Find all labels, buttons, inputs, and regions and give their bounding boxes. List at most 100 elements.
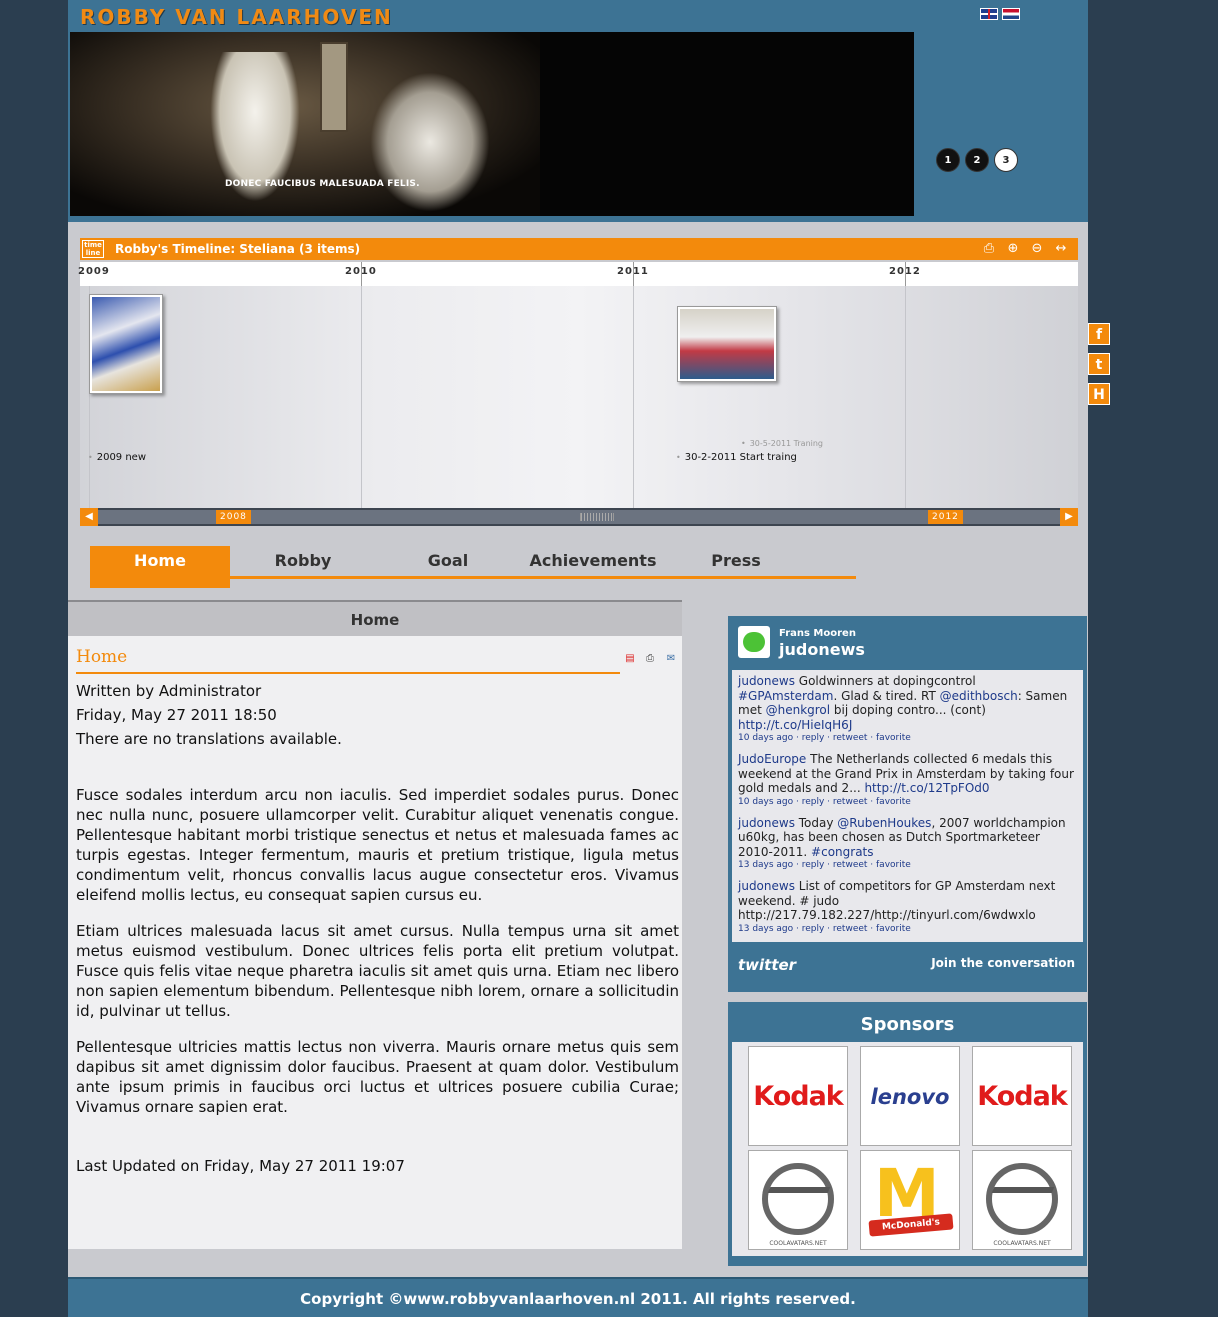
tweet-user[interactable]: judonews (738, 816, 795, 830)
sponsors-panel: Sponsors Kodak lenovo Kodak COOLAVATARS.… (728, 1002, 1087, 1266)
article-author: Written by Administrator (76, 682, 262, 700)
tweet-mention[interactable]: @henkgrol (766, 703, 831, 717)
timeline-gridline (361, 286, 362, 508)
slide-dot-3[interactable]: 3 (994, 148, 1018, 172)
dutch-flag-icon[interactable] (1002, 8, 1020, 20)
timeline-title: Robby's Timeline: Steliana (3 items) (115, 242, 361, 256)
range-start-handle[interactable]: 2008 (216, 510, 251, 524)
scroll-grip-icon[interactable] (580, 513, 614, 521)
banner-caption: DONEC FAUCIBUS MALESUADA FELIS. (225, 179, 420, 189)
twitter-widget: Frans Mooren judonews judonews Goldwinne… (728, 616, 1087, 992)
sponsor-logo-lenovo[interactable]: lenovo (860, 1046, 960, 1146)
timeline-year: 2012 (889, 266, 921, 277)
pdf-icon[interactable]: ▤ (623, 652, 637, 665)
footer: Copyright ©www.robbyvanlaarhoven.nl 2011… (68, 1277, 1088, 1317)
twitter-icon[interactable]: t (1088, 353, 1110, 375)
tweet-hashtag[interactable]: #congrats (811, 845, 873, 859)
article-date: Friday, May 27 2011 18:50 (76, 706, 277, 724)
timeline-year: 2011 (617, 266, 649, 277)
article-paragraph: Etiam ultrices malesuada lacus sit amet … (76, 922, 679, 1020)
tweet-text: bij doping contro... (cont) (830, 703, 986, 717)
scroll-left-icon[interactable]: ◀ (80, 508, 98, 526)
tweet: judonews List of competitors for GP Amst… (738, 879, 1077, 935)
english-flag-icon[interactable] (980, 8, 998, 20)
print-icon[interactable]: ⎙ (980, 241, 998, 257)
sponsor-logo-kodak[interactable]: Kodak (972, 1046, 1072, 1146)
banner-photo-scroll (320, 42, 348, 132)
main-nav: Home Robby Goal Achievements Press (90, 546, 856, 590)
sponsors-grid: Kodak lenovo Kodak COOLAVATARS.NET M McD… (732, 1042, 1083, 1256)
tweet: judonews Today @RubenHoukes, 2007 worldc… (738, 816, 1077, 872)
twitter-name: Frans Mooren (779, 628, 856, 639)
email-icon[interactable]: ✉ (664, 652, 678, 665)
main-content: Home Home ▤ ⎙ ✉ Written by Administrator… (68, 600, 682, 1249)
article-title[interactable]: Home (76, 647, 620, 674)
tweet-link[interactable]: http://t.co/12TpFOd0 (864, 781, 989, 795)
sponsor-logo-kodak[interactable]: Kodak (748, 1046, 848, 1146)
translation-notice: There are no translations available. (76, 730, 342, 748)
tweet-time[interactable]: 13 days ago · reply · retweet · favorite (738, 923, 1077, 935)
timeline-photo-judo-throw[interactable] (89, 294, 163, 394)
nav-item-home[interactable]: Home (90, 546, 230, 588)
range-end-handle[interactable]: 2012 (928, 510, 963, 524)
timeline-scrollbar[interactable]: ◀ 2008 2012 ▶ (80, 508, 1078, 526)
opel-bolt-icon (991, 1187, 1055, 1193)
join-conversation-link[interactable]: Join the conversation (931, 956, 1075, 970)
timeline-gridline (633, 286, 634, 508)
slide-dot-2[interactable]: 2 (965, 148, 989, 172)
avatar[interactable] (738, 626, 770, 658)
zoom-out-icon[interactable]: ⊖ (1028, 241, 1046, 257)
nav-item-achievements[interactable]: Achievements (523, 546, 663, 580)
slide-dot-1[interactable]: 1 (936, 148, 960, 172)
sponsor-logo-opel[interactable]: COOLAVATARS.NET (748, 1150, 848, 1250)
hyves-icon[interactable]: H (1088, 383, 1110, 405)
article-paragraph: Fusce sodales interdum arcu non iaculis.… (76, 786, 679, 904)
header: ROBBY VAN LAARHOVEN DONEC FAUCIBUS MALES… (68, 0, 1088, 222)
zoom-in-icon[interactable]: ⊕ (1004, 241, 1022, 257)
twitter-handle[interactable]: judonews (779, 640, 865, 659)
tweet-mention[interactable]: @RubenHoukes (837, 816, 931, 830)
timeline-year: 2009 (78, 266, 110, 277)
timeline-photo-training[interactable] (677, 306, 777, 382)
timeline-gridline (905, 286, 906, 508)
opel-ring-icon (986, 1163, 1058, 1235)
site-title[interactable]: ROBBY VAN LAARHOVEN (80, 5, 393, 29)
section-title: Home (68, 600, 682, 636)
timeline-logo: time line (82, 240, 104, 258)
article-paragraph: Pellentesque ultricies mattis lectus non… (76, 1038, 679, 1116)
tweet-time[interactable]: 13 days ago · reply · retweet · favorite (738, 859, 1077, 871)
twitter-logo[interactable]: twitter (738, 956, 796, 974)
tweet-time[interactable]: 10 days ago · reply · retweet · favorite (738, 732, 1077, 744)
last-updated: Last Updated on Friday, May 27 2011 19:0… (76, 1157, 405, 1175)
nav-item-robby[interactable]: Robby (233, 546, 373, 580)
tweet-link[interactable]: http://t.co/HieIqH6J (738, 718, 852, 732)
tweet-text: . Glad & tired. RT (833, 688, 940, 703)
tweet-user[interactable]: JudoEurope (738, 752, 806, 766)
tweet-hashtag[interactable]: #GPAmsterdam (738, 689, 833, 703)
sponsor-logo-opel[interactable]: COOLAVATARS.NET (972, 1150, 1072, 1250)
timeline-body[interactable]: 2009 new 30-5-2011 Traning 30-2-2011 Sta… (80, 286, 1078, 508)
nav-item-press[interactable]: Press (666, 546, 806, 580)
opel-ring-icon (762, 1163, 834, 1235)
tweet-time[interactable]: 10 days ago · reply · retweet · favorite (738, 796, 1077, 808)
fit-icon[interactable]: ↔ (1052, 241, 1070, 257)
scroll-right-icon[interactable]: ▶ (1060, 508, 1078, 526)
timeline-year-ruler: 2009 2010 2011 2012 (78, 262, 1078, 286)
tweet-user[interactable]: judonews (738, 879, 795, 893)
facebook-icon[interactable]: f (1088, 323, 1110, 345)
sponsors-title: Sponsors (860, 1014, 955, 1035)
timeline-event[interactable]: 2009 new (88, 452, 146, 463)
nav-item-goal[interactable]: Goal (378, 546, 518, 580)
logo-caption: COOLAVATARS.NET (993, 1240, 1051, 1247)
tweet-mention[interactable]: @edithbosch (940, 689, 1018, 703)
timeline-event[interactable]: 30-2-2011 Start traing (676, 452, 797, 463)
sponsor-logo-mcdonalds[interactable]: M McDonald's (860, 1150, 960, 1250)
tweet-user[interactable]: judonews (738, 674, 795, 688)
twitter-feed[interactable]: judonews Goldwinners at dopingcontrol #G… (732, 670, 1083, 942)
banner-slideshow[interactable]: DONEC FAUCIBUS MALESUADA FELIS. (70, 32, 914, 216)
print-icon[interactable]: ⎙ (643, 652, 657, 665)
timeline-event[interactable]: 30-5-2011 Traning (741, 439, 823, 448)
page: ROBBY VAN LAARHOVEN DONEC FAUCIBUS MALES… (68, 0, 1110, 1317)
banner-photo-figure (370, 72, 490, 212)
tweet-text: Today (794, 815, 838, 830)
